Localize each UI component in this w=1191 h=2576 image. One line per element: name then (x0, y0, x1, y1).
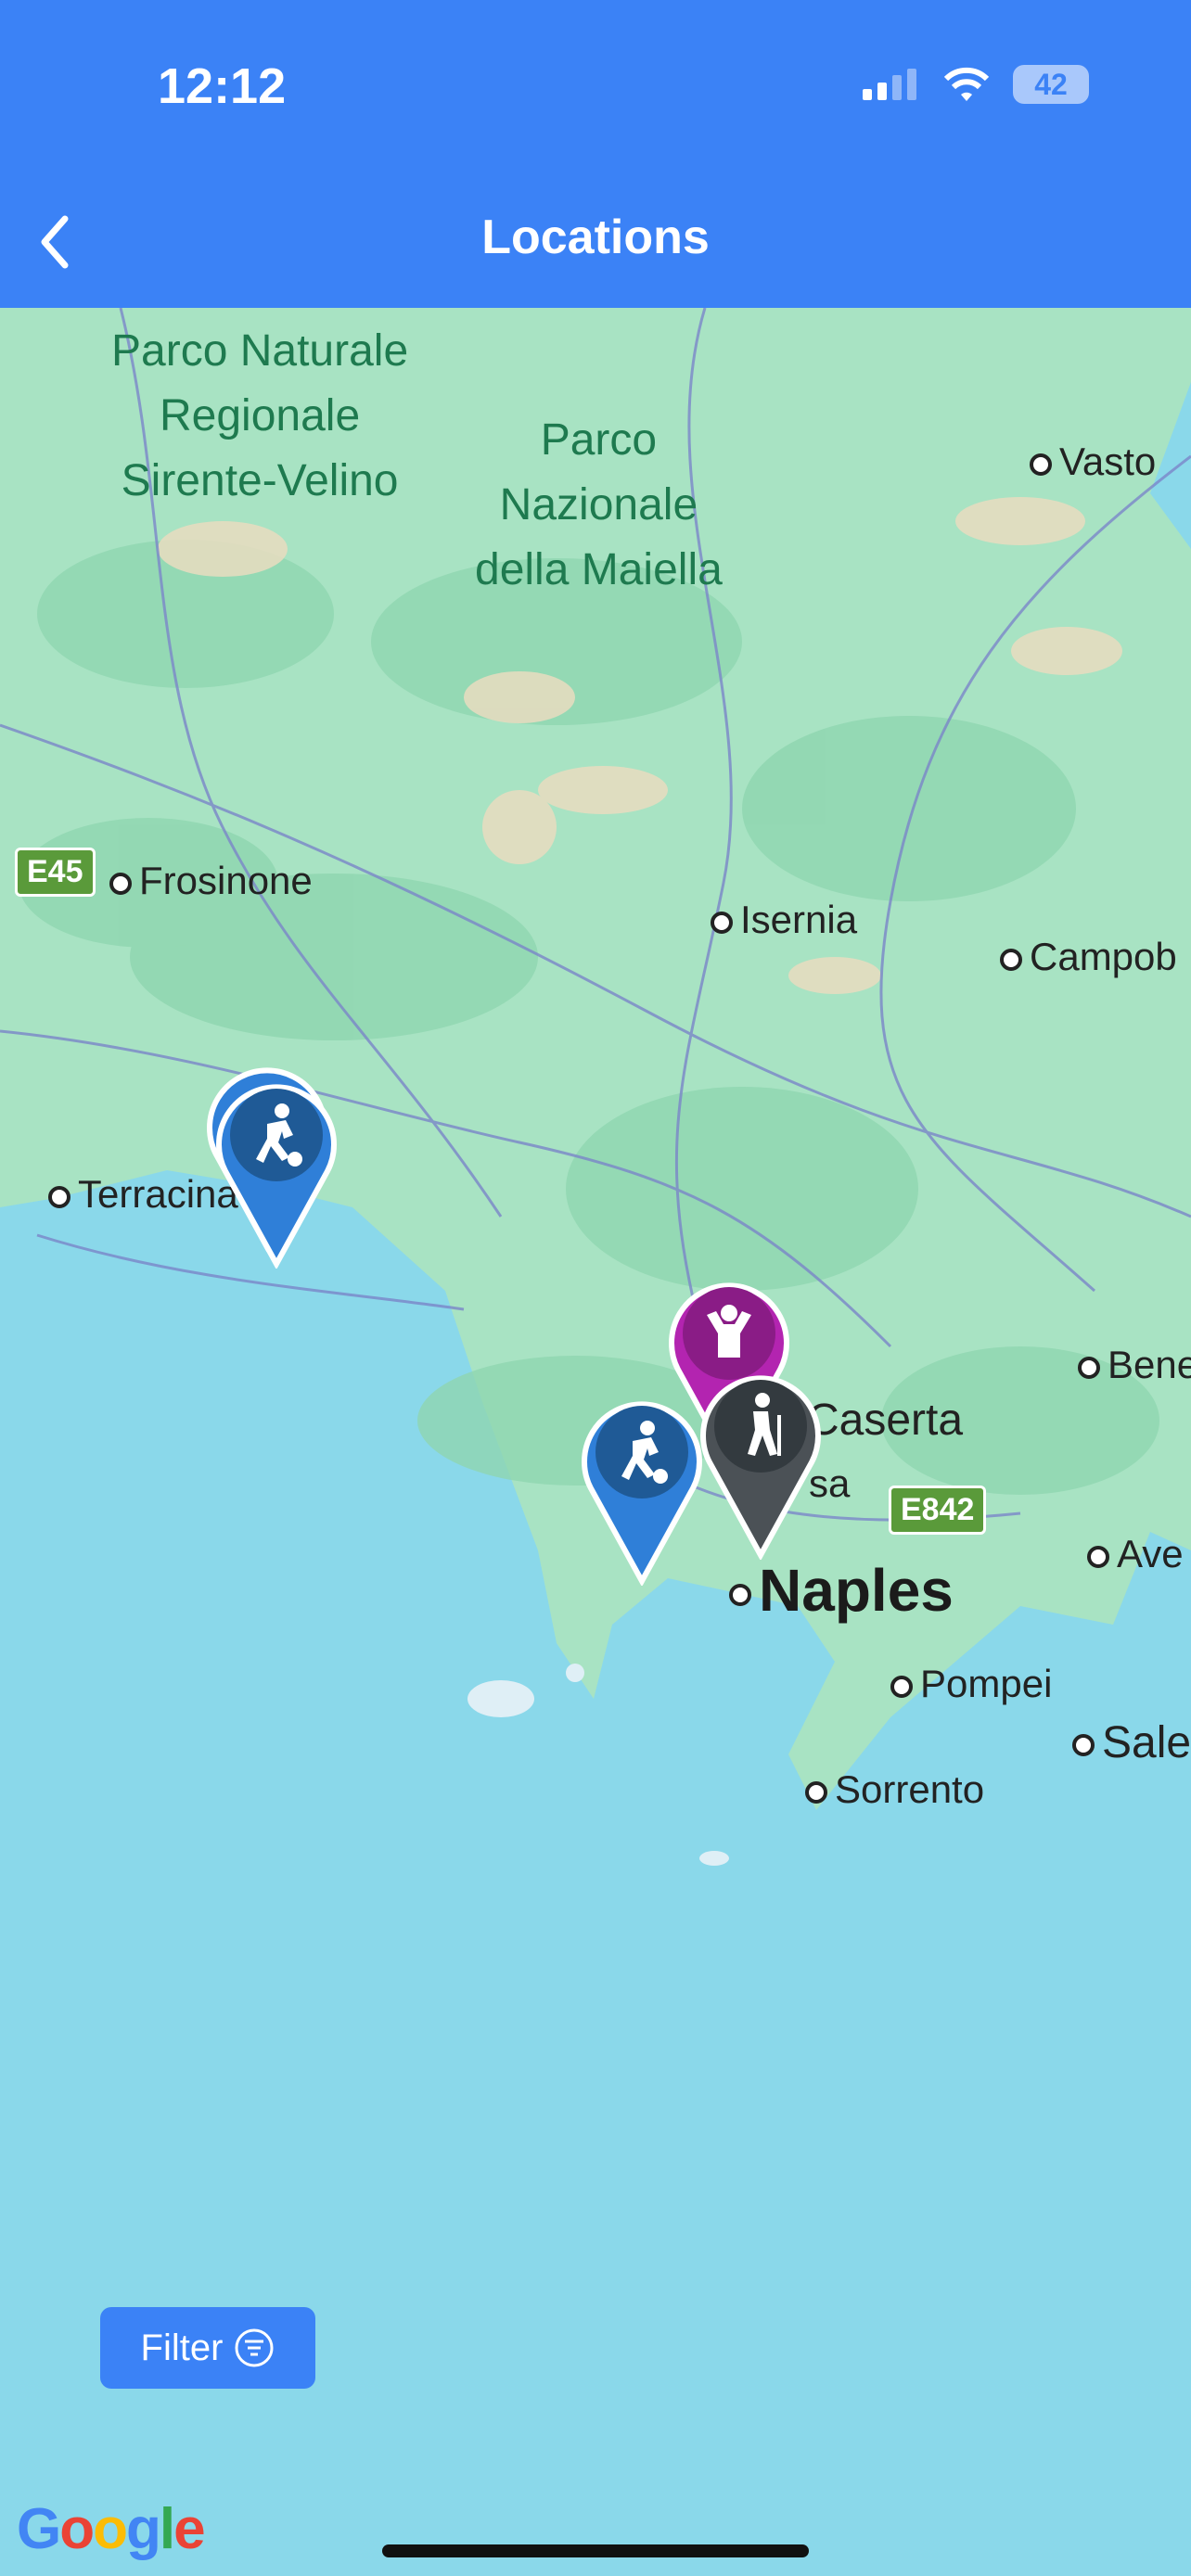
battery-indicator: 42 (1013, 65, 1089, 104)
park-label-sirente-velino: Parco Naturale Regionale Sirente-Velino (111, 326, 409, 505)
city-frosinone: Frosinone (109, 859, 313, 903)
filter-label: Filter (140, 2327, 224, 2368)
city-campobasso: Campob (1000, 935, 1177, 979)
map-pin-hiking[interactable] (696, 1365, 826, 1560)
map-pin-soccer[interactable] (211, 1074, 341, 1269)
cellular-signal-icon (863, 69, 916, 100)
status-time: 12:12 (158, 58, 287, 114)
park-label-maiella: Parco Nazionale della Maiella (475, 415, 723, 594)
city-pompei: Pompei (890, 1662, 1052, 1706)
page-title: Locations (481, 210, 710, 264)
city-salerno: Sale (1072, 1717, 1191, 1768)
wifi-icon (943, 67, 990, 101)
home-indicator (382, 2544, 809, 2557)
city-avellino: Ave (1087, 1532, 1184, 1576)
city-vasto: Vasto (1030, 440, 1156, 484)
road-shield-e45: E45 (15, 848, 96, 897)
city-caserta: Caserta (807, 1396, 964, 1445)
road-shield-e842: E842 (889, 1486, 987, 1535)
filter-button[interactable]: Filter (100, 2307, 315, 2389)
filter-icon (235, 2328, 274, 2367)
map-pin-soccer[interactable] (577, 1391, 707, 1586)
city-isernia: Isernia (711, 898, 857, 942)
map-view[interactable]: Parco Naturale Regionale Sirente-Velino … (0, 308, 1191, 2576)
city-benevento: Bene (1078, 1343, 1191, 1387)
google-logo: Google (17, 2497, 206, 2561)
city-naples: Naples (729, 1556, 954, 1625)
status-icons: 42 (863, 65, 1089, 104)
app-header: 12:12 42 Locations (0, 0, 1191, 308)
city-sorrento: Sorrento (805, 1767, 984, 1812)
